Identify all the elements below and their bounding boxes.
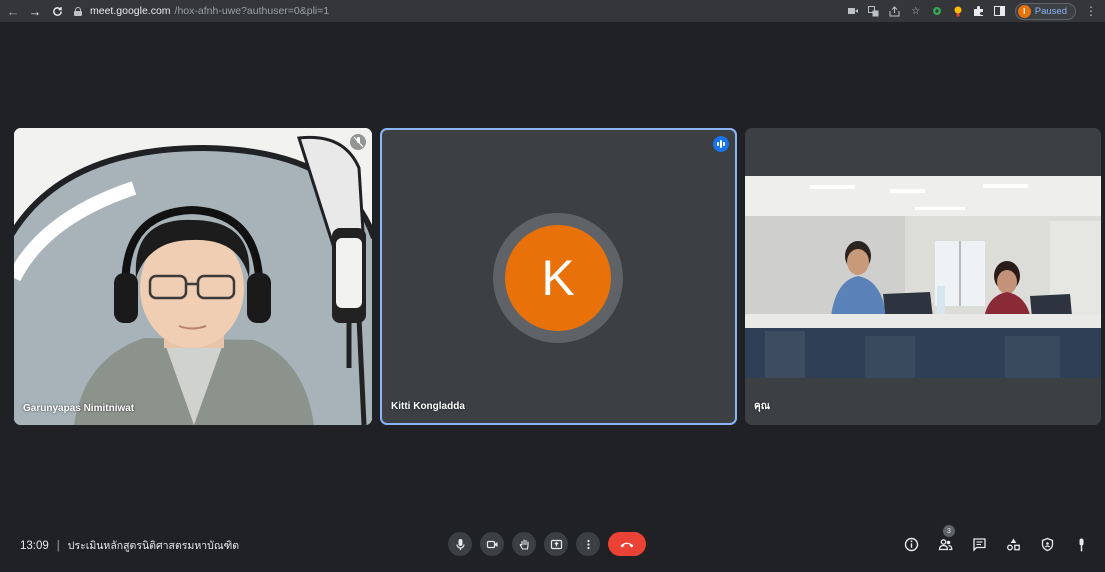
participant-name: Kitti Kongladda [391,401,465,412]
participant-tile[interactable]: Garunyapas Nimitniwat [14,128,372,425]
side-controls: 3 [901,525,1091,556]
url-host: meet.google.com [90,5,171,17]
address-bar[interactable]: meet.google.com/hox-afnh-uwe?authuser=0&… [74,2,329,20]
extensions-puzzle-icon[interactable] [973,5,985,17]
extension-bulb-icon[interactable] [952,5,964,17]
mic-level-button[interactable] [1071,532,1091,556]
separator: | [56,540,60,552]
url-path: /hox-afnh-uwe?authuser=0&pli=1 [174,5,330,17]
leave-call-button[interactable] [608,532,646,556]
reload-icon [52,6,62,16]
avatar: K [505,225,611,331]
back-button[interactable]: ← [4,2,22,20]
present-screen-button[interactable] [544,532,568,556]
people-button[interactable]: 3 [935,525,955,556]
avatar-ring: K [493,213,623,343]
browser-toolbar: ← → meet.google.com/hox-afnh-uwe?authuse… [0,0,1105,22]
raise-hand-icon [519,538,529,550]
participant-video [745,176,1101,378]
meeting-details-button[interactable] [901,532,921,556]
muted-mic-icon [350,134,366,150]
present-icon [550,539,562,549]
meeting-details: 13:09 | ประเมินหลักสูตรนิติศาสตรมหาบัณฑิต [20,537,239,554]
participant-name: Garunyapas Nimitniwat [23,403,135,414]
participant-tile-active-speaker[interactable]: K Kitti Kongladda [380,128,737,425]
reload-button[interactable] [48,2,66,20]
meeting-time: 13:09 [20,540,49,552]
bookmark-star-icon[interactable]: ☆ [910,5,922,17]
chat-button[interactable] [969,532,989,556]
camera-icon [486,540,497,548]
people-icon [938,538,952,550]
translate-icon[interactable] [868,5,880,17]
raise-hand-button[interactable] [512,532,536,556]
participant-name: คุณ [754,401,770,412]
camera-button[interactable] [480,532,504,556]
lock-icon [74,6,82,16]
participant-video [14,128,372,425]
host-controls-button[interactable] [1037,532,1057,556]
activities-icon [1006,538,1020,550]
microphone-icon [455,538,465,550]
speaking-indicator-icon [713,136,729,152]
more-vert-icon [586,539,590,549]
people-count-badge: 3 [943,525,955,537]
extension-green-icon[interactable] [931,5,943,17]
profile-status: Paused [1034,5,1067,17]
info-icon [904,537,918,551]
profile-button[interactable]: I Paused [1014,2,1076,20]
activities-button[interactable] [1003,532,1023,556]
chat-icon [972,537,986,552]
side-panel-icon[interactable] [994,5,1006,17]
shield-icon [1041,537,1053,551]
browser-menu-icon[interactable]: ⋮ [1085,4,1097,18]
profile-avatar: I [1017,4,1031,18]
camera-indicator-icon[interactable] [847,5,859,17]
meeting-title: ประเมินหลักสูตรนิติศาสตรมหาบัณฑิต [67,540,240,552]
end-call-icon [620,542,634,547]
share-icon[interactable] [889,5,901,17]
mic-level-icon [1079,538,1083,551]
meeting-controls-bar: 13:09 | ประเมินหลักสูตรนิติศาสตรมหาบัณฑิต … [0,525,1105,562]
microphone-button[interactable] [448,532,472,556]
call-controls [448,532,646,556]
participant-tile-self[interactable]: คุณ [745,128,1101,425]
more-options-button[interactable] [576,532,600,556]
forward-button[interactable]: → [26,2,44,20]
